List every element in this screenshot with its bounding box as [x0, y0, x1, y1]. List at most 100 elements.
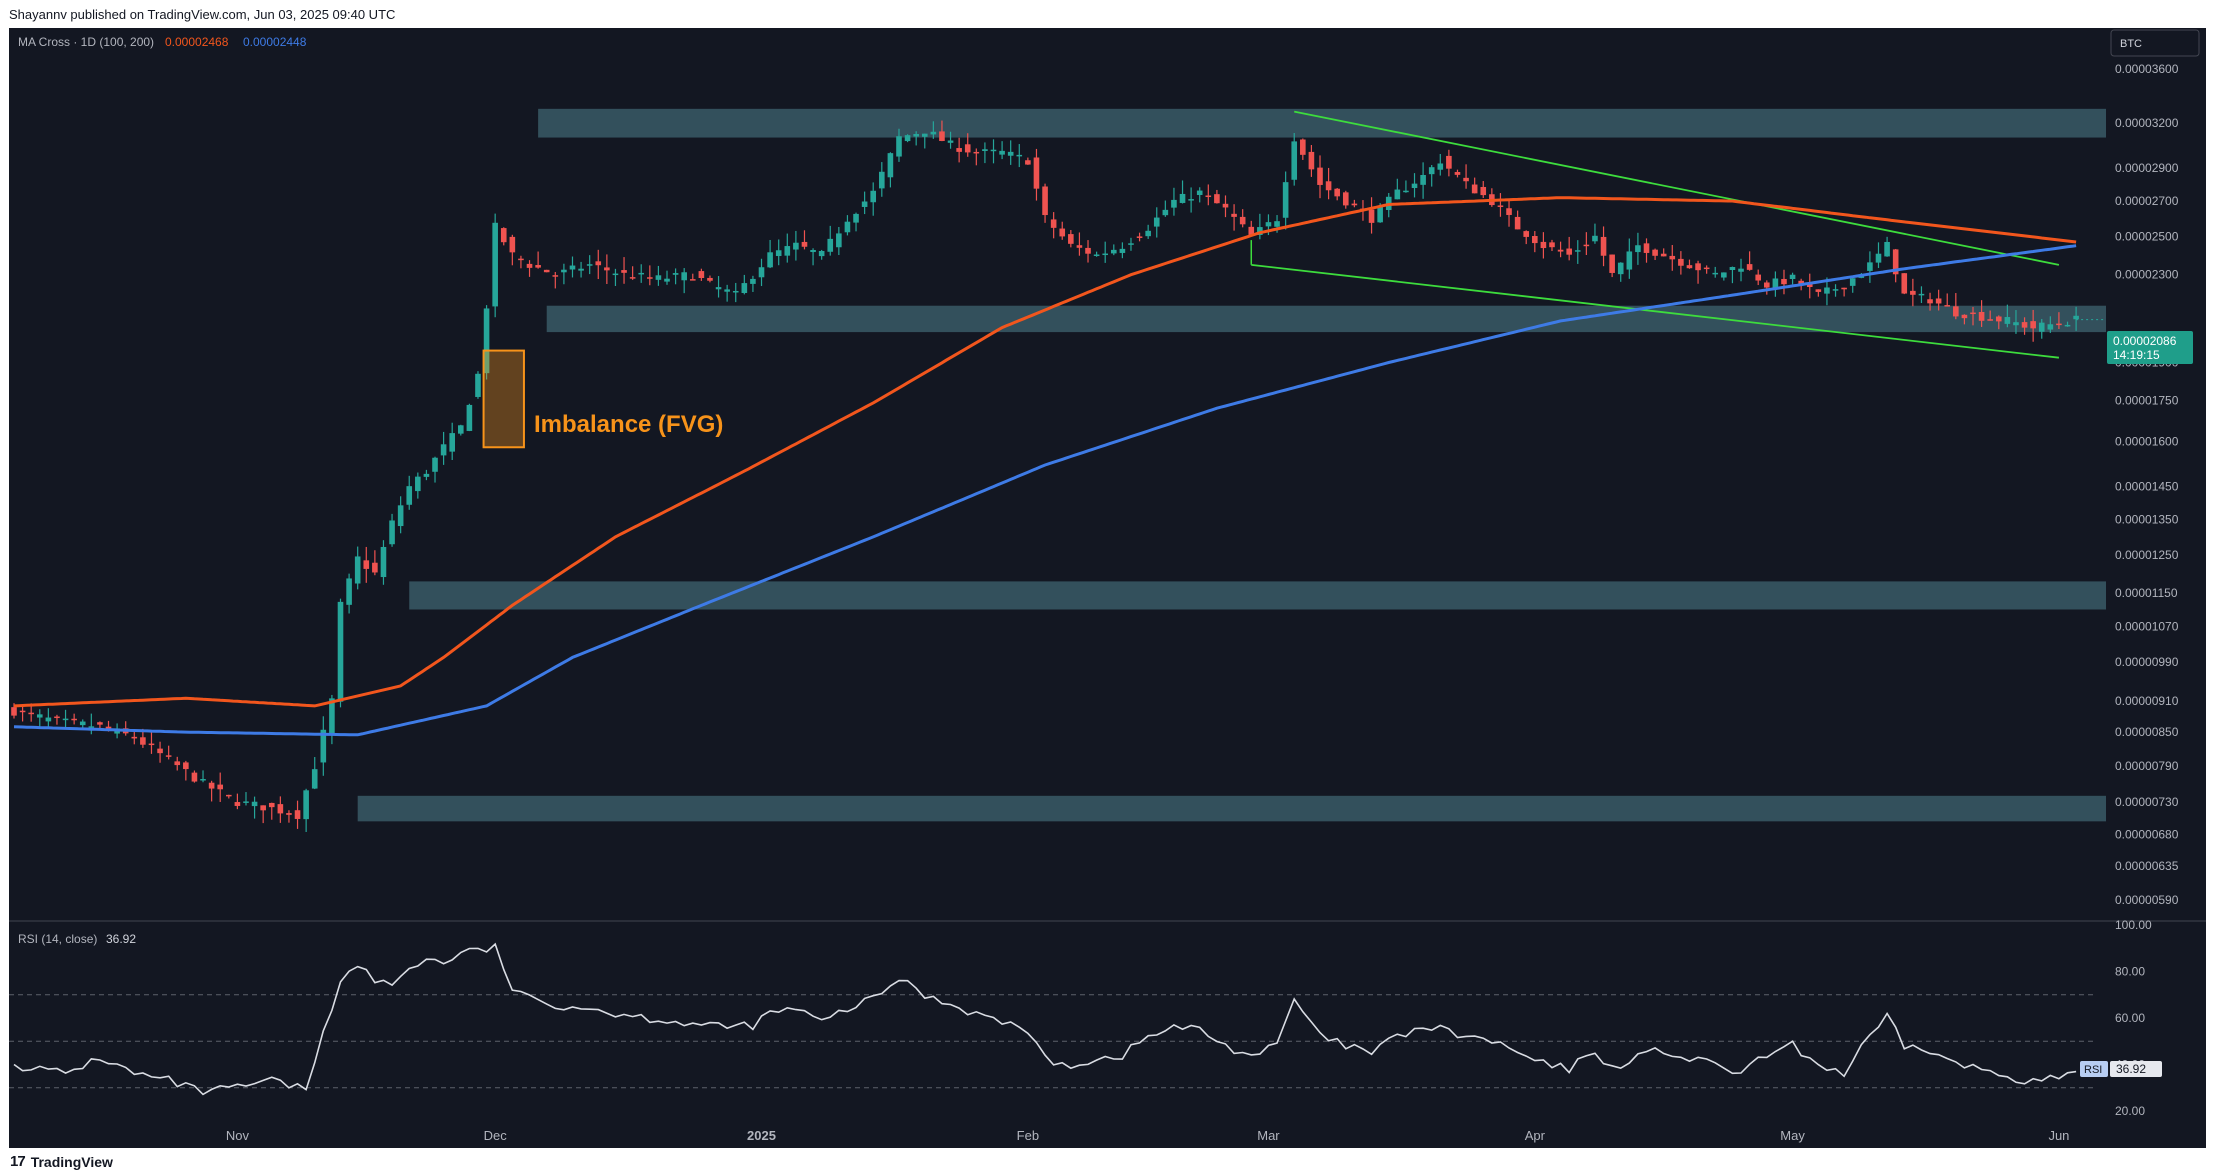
candle-body	[913, 134, 919, 137]
candle-body	[810, 249, 816, 253]
candle-body	[71, 718, 77, 721]
rsi-tag-value: 36.92	[2116, 1062, 2146, 1076]
candle-body	[2004, 317, 2011, 324]
chart-svg[interactable]: 0.00003600 0.00003200 0.00002900 0.00002700…	[9, 28, 2206, 1148]
candle-body	[2030, 321, 2036, 329]
candle-body	[457, 425, 464, 434]
candle-body	[1093, 254, 1100, 257]
price-tick-label: 0.00001250	[2115, 548, 2179, 562]
zone-1	[538, 108, 2106, 138]
candle-body	[836, 233, 842, 248]
candle-body	[1970, 312, 1976, 315]
price-tick-label: 0.00000990	[2115, 655, 2179, 669]
candle-body	[543, 269, 550, 273]
candle-body	[1884, 241, 1890, 257]
candle-body	[2047, 324, 2054, 330]
candle-body	[277, 804, 284, 814]
candle-body	[698, 271, 705, 279]
candle-body	[1549, 242, 1555, 248]
chart-area[interactable]: 0.00003600 0.00003200 0.00002900 0.00002700…	[9, 28, 2206, 1148]
candle-body	[1179, 193, 1186, 203]
candle-body	[921, 133, 928, 137]
candle-body	[1729, 267, 1736, 271]
candle-body	[1910, 290, 1916, 295]
time-tick-label: May	[1780, 1128, 1805, 1143]
tradingview-logo[interactable]: 17 TradingView	[10, 1153, 113, 1170]
price-tick-label: 0.00000680	[2115, 828, 2179, 842]
candle-body	[861, 201, 868, 207]
candle-body	[1738, 268, 1744, 272]
price-tick-label: 0.00001450	[2115, 480, 2179, 494]
candle-body	[226, 794, 232, 797]
candle-body	[1231, 213, 1237, 217]
time-tick-label: Jun	[2048, 1128, 2069, 1143]
price-tick-label: 0.00001350	[2115, 513, 2179, 527]
candle-body	[397, 505, 404, 527]
rsi-line	[13, 942, 2077, 1096]
indicator-legend-name: MA Cross · 1D (100, 200)	[18, 35, 154, 49]
publish-info: Shayannv published on TradingView.com, J…	[9, 7, 396, 22]
candle-body	[939, 131, 945, 141]
candle-body	[1901, 273, 1908, 294]
candle-body	[1789, 274, 1796, 280]
candle-body	[827, 238, 834, 252]
candle-body	[372, 562, 378, 573]
candle-body	[1832, 289, 1839, 291]
candle-body	[604, 267, 610, 271]
candle-body	[2064, 324, 2071, 327]
candle-body	[569, 265, 576, 270]
candle-body	[1695, 263, 1701, 271]
candle-body	[1042, 186, 1048, 216]
candle-body	[19, 710, 26, 713]
candle-body	[363, 560, 370, 569]
candle-body	[629, 277, 636, 279]
candle-body	[879, 171, 885, 189]
candle-body	[930, 131, 937, 135]
publish-header: Shayannv published on TradingView.com, J…	[0, 0, 2215, 28]
candles-layer	[11, 120, 2079, 832]
candle-body	[1300, 139, 1306, 155]
candle-body	[1626, 251, 1633, 270]
price-tick-label: 0.00000910	[2115, 694, 2179, 708]
candle-body	[853, 213, 859, 223]
candle-body	[1463, 177, 1469, 182]
candle-body	[174, 761, 181, 766]
candle-body	[1927, 299, 1933, 304]
price-tag-countdown: 14:19:15	[2113, 348, 2160, 362]
candle-body	[1953, 306, 1959, 317]
candle-body	[1944, 305, 1951, 307]
candle-body	[1781, 278, 1787, 285]
candle-body	[758, 267, 765, 278]
rsi-layer	[9, 942, 2094, 1096]
candle-body	[2013, 322, 2019, 326]
candle-body	[1523, 231, 1530, 237]
candle-body	[784, 246, 791, 256]
candle-body	[1403, 190, 1409, 193]
candle-body	[1128, 243, 1134, 245]
candle-body	[1497, 205, 1504, 207]
candle-body	[1239, 216, 1246, 225]
candle-body	[1368, 209, 1375, 223]
candle-body	[354, 556, 361, 584]
candle-body	[1867, 262, 1873, 271]
candle-body	[183, 762, 189, 770]
candle-body	[741, 283, 748, 294]
candle-body	[1068, 234, 1074, 244]
candle-body	[1514, 216, 1521, 230]
candle-body	[1652, 249, 1658, 256]
candle-body	[1059, 228, 1066, 237]
candle-body	[1480, 186, 1487, 196]
price-tick-label: 0.00002300	[2115, 268, 2179, 282]
candle-body	[1145, 230, 1151, 237]
imbalance-box	[482, 349, 525, 449]
candle-body	[1540, 241, 1547, 249]
candle-body	[2056, 323, 2062, 326]
symbol-badge[interactable]: BTC	[2120, 38, 2142, 50]
candle-body	[707, 277, 713, 281]
price-tick-label: 0.00001600	[2115, 434, 2179, 448]
candle-body	[956, 148, 962, 152]
candle-body	[45, 717, 52, 722]
candle-body	[208, 782, 215, 789]
candle-body	[217, 784, 224, 790]
candle-body	[346, 578, 352, 605]
